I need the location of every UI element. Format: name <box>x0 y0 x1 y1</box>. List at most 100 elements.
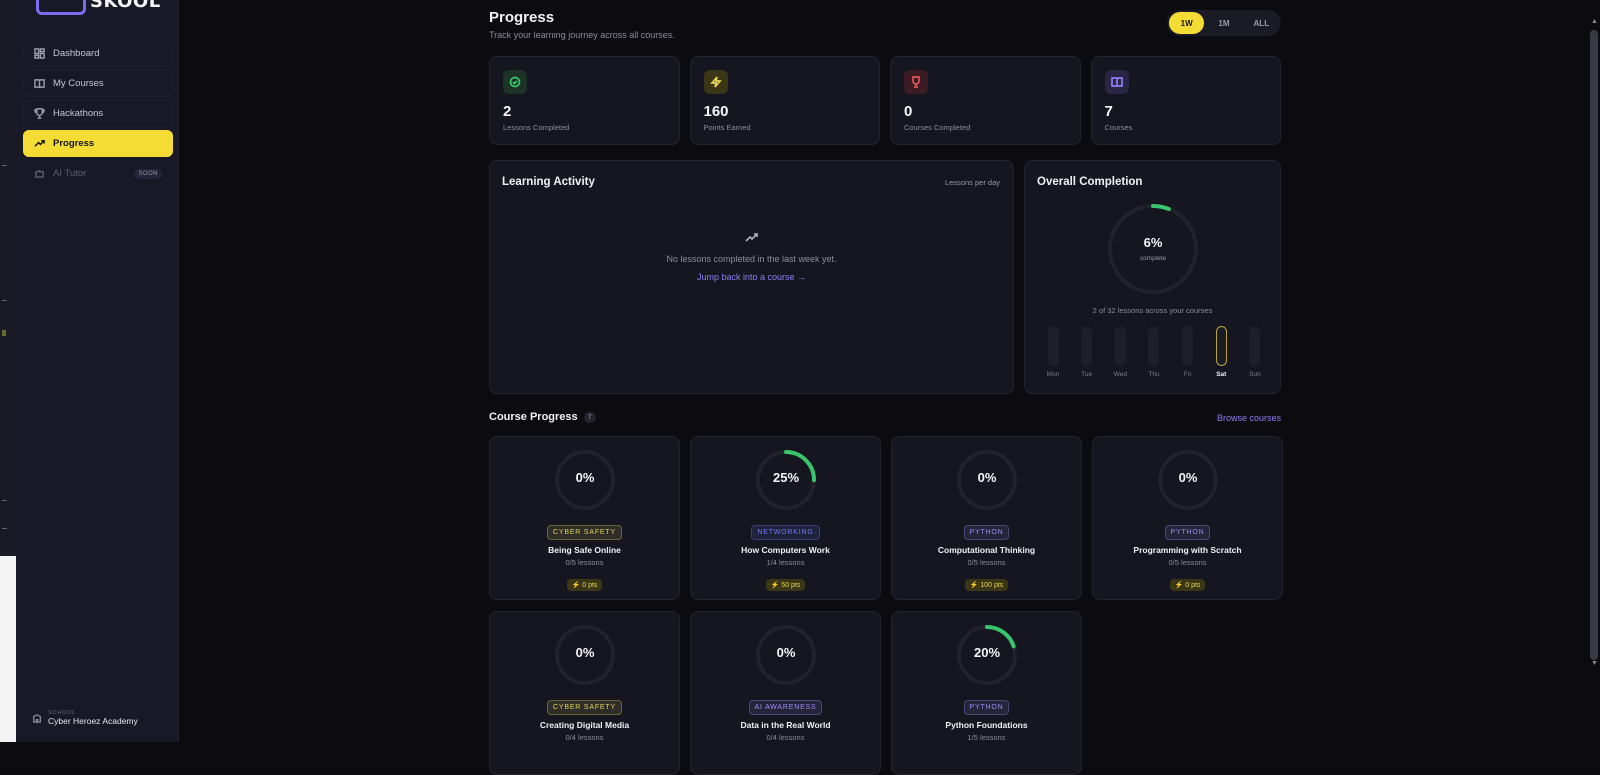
course-points: ⚡ 0 pts <box>490 574 679 592</box>
course-lessons: 1/5 lessons <box>967 733 1006 742</box>
course-tag-label: NETWORKING <box>751 525 820 540</box>
day-bar <box>1114 326 1126 366</box>
course-name: Data in the Real World <box>740 720 831 730</box>
course-lessons: 0/5 lessons <box>967 558 1006 567</box>
course-card[interactable]: 0% PYTHON Programming with Scratch 0/5 less… <box>1092 436 1283 600</box>
book-icon <box>1104 70 1129 94</box>
overall-summary: 2 of 32 lessons across your courses <box>1092 306 1213 315</box>
course-card[interactable]: 0% PYTHON Computational Thinking 0/5 lesson… <box>891 436 1082 600</box>
strip-mark <box>2 330 6 336</box>
course-lessons: 0/4 lessons <box>565 733 604 742</box>
sidebar-item-dashboard[interactable]: Dashboard <box>23 40 173 67</box>
overall-percent: 6% <box>1143 235 1163 250</box>
day-label: Tue <box>1081 371 1093 378</box>
time-range-toggle: 1W 1M ALL <box>1167 10 1281 36</box>
points-badge: ⚡ 0 pts <box>1169 579 1206 591</box>
trophy-icon <box>34 108 45 119</box>
stat-value: 0 <box>904 103 913 120</box>
day-sun: Sun <box>1241 326 1269 378</box>
day-fri: Fri <box>1174 326 1202 378</box>
sidebar-item-my-courses[interactable]: My Courses <box>23 70 173 97</box>
strip-mark <box>2 500 7 501</box>
weekday-bars: Mon Tue Wed Thu Fri Sat Sun <box>1039 326 1269 378</box>
course-card[interactable]: 0% AI AWARENESS Data in the Real World 0/4 … <box>690 611 881 775</box>
stats-row: 2 Lessons Completed 160 Points Earned 0 … <box>489 56 1281 145</box>
course-lessons: 0/4 lessons <box>766 733 805 742</box>
trending-up-icon <box>34 140 45 147</box>
app-logo[interactable]: SKOOL <box>36 0 161 16</box>
day-thu: Thu <box>1140 326 1168 378</box>
page-scrollbar[interactable] <box>1590 30 1598 660</box>
range-1m-button[interactable]: 1M <box>1206 12 1241 34</box>
course-card[interactable]: 0% CYBER SAFETY Being Safe Online 0/5 lesso… <box>489 436 680 600</box>
book-icon <box>34 79 45 89</box>
course-percent: 0% <box>776 645 796 660</box>
stat-label: Courses Completed <box>904 123 971 132</box>
sidebar-item-progress[interactable]: Progress <box>23 130 173 157</box>
day-label: Fri <box>1183 371 1192 378</box>
panel-title: Learning Activity <box>502 176 595 188</box>
strip-mark <box>2 300 7 301</box>
course-tag: AI AWARENESS <box>691 696 880 715</box>
stat-value: 7 <box>1104 103 1113 120</box>
course-points: ⚡ 100 pts <box>892 574 1081 592</box>
course-count-badge: 7 <box>583 411 596 423</box>
points-badge: ⚡ 50 pts <box>765 579 806 591</box>
course-tag-label: PYTHON <box>963 525 1010 540</box>
trending-up-icon <box>744 233 758 242</box>
course-percent: 25% <box>772 470 800 485</box>
stat-label: Lessons Completed <box>503 123 570 132</box>
stat-value: 2 <box>503 103 512 120</box>
day-bar <box>1047 326 1059 366</box>
scroll-up-arrow[interactable]: ▲ <box>1591 18 1598 25</box>
logo-mark <box>36 0 86 15</box>
scroll-down-arrow[interactable]: ▼ <box>1591 660 1598 667</box>
points-value: 50 pts <box>781 582 801 589</box>
day-bar <box>1182 326 1194 366</box>
day-bar-today <box>1215 326 1227 366</box>
school-icon <box>32 713 42 723</box>
day-sat: Sat <box>1207 326 1235 378</box>
overall-caption: complete <box>1139 255 1167 262</box>
trophy-icon <box>904 70 928 94</box>
course-name: Creating Digital Media <box>539 720 630 730</box>
sidebar-item-ai-tutor[interactable]: AI Tutor SOON <box>23 160 173 187</box>
sidebar-nav: Dashboard My Courses Hackathons Progress… <box>23 40 173 190</box>
range-1w-button[interactable]: 1W <box>1169 12 1205 34</box>
day-mon: Mon <box>1039 326 1067 378</box>
range-all-button[interactable]: ALL <box>1244 12 1279 34</box>
school-info[interactable]: SCHOOL Cyber Heroez Academy <box>32 710 138 726</box>
day-label: Mon <box>1046 371 1060 378</box>
course-points: ⚡ 0 pts <box>1093 574 1282 592</box>
sidebar: SKOOL Dashboard My Courses Hackathons Pr… <box>16 0 179 742</box>
course-percent: 0% <box>575 470 595 485</box>
course-progress-heading: Course Progress 7 <box>489 411 596 423</box>
day-label: Wed <box>1113 371 1127 378</box>
stat-courses-completed: 0 Courses Completed <box>890 56 1081 145</box>
course-tag-label: CYBER SAFETY <box>547 525 622 540</box>
sidebar-item-label: Progress <box>53 138 95 149</box>
stat-value: 160 <box>703 103 729 120</box>
course-card[interactable]: 20% PYTHON Python Foundations 1/5 lessons <box>891 611 1082 775</box>
sidebar-item-label: Dashboard <box>53 48 100 59</box>
sidebar-item-label: My Courses <box>53 78 104 89</box>
sidebar-item-hackathons[interactable]: Hackathons <box>23 100 173 127</box>
course-percent: 0% <box>1178 470 1198 485</box>
jump-back-link[interactable]: Jump back into a course → <box>490 272 1013 282</box>
robot-icon <box>35 169 44 178</box>
stat-points-earned: 160 Points Earned <box>689 56 880 145</box>
day-label: Thu <box>1148 371 1160 378</box>
course-card[interactable]: 25% NETWORKING How Computers Work 1/4 lesso… <box>690 436 881 600</box>
soon-badge: SOON <box>134 168 162 179</box>
school-name: Cyber Heroez Academy <box>48 716 138 726</box>
course-lessons: 0/5 lessons <box>1168 558 1207 567</box>
course-name: How Computers Work <box>741 545 830 555</box>
course-name: Python Foundations <box>945 720 1028 730</box>
day-bar <box>1081 326 1093 366</box>
day-bar <box>1148 326 1160 366</box>
logo-wordmark: SKOOL <box>90 0 161 12</box>
activity-hint: Lessons per day <box>944 178 1000 187</box>
course-tag: CYBER SAFETY <box>490 696 679 715</box>
course-card[interactable]: 0% CYBER SAFETY Creating Digital Media 0/4 … <box>489 611 680 775</box>
browse-courses-link[interactable]: Browse courses <box>1217 413 1281 423</box>
